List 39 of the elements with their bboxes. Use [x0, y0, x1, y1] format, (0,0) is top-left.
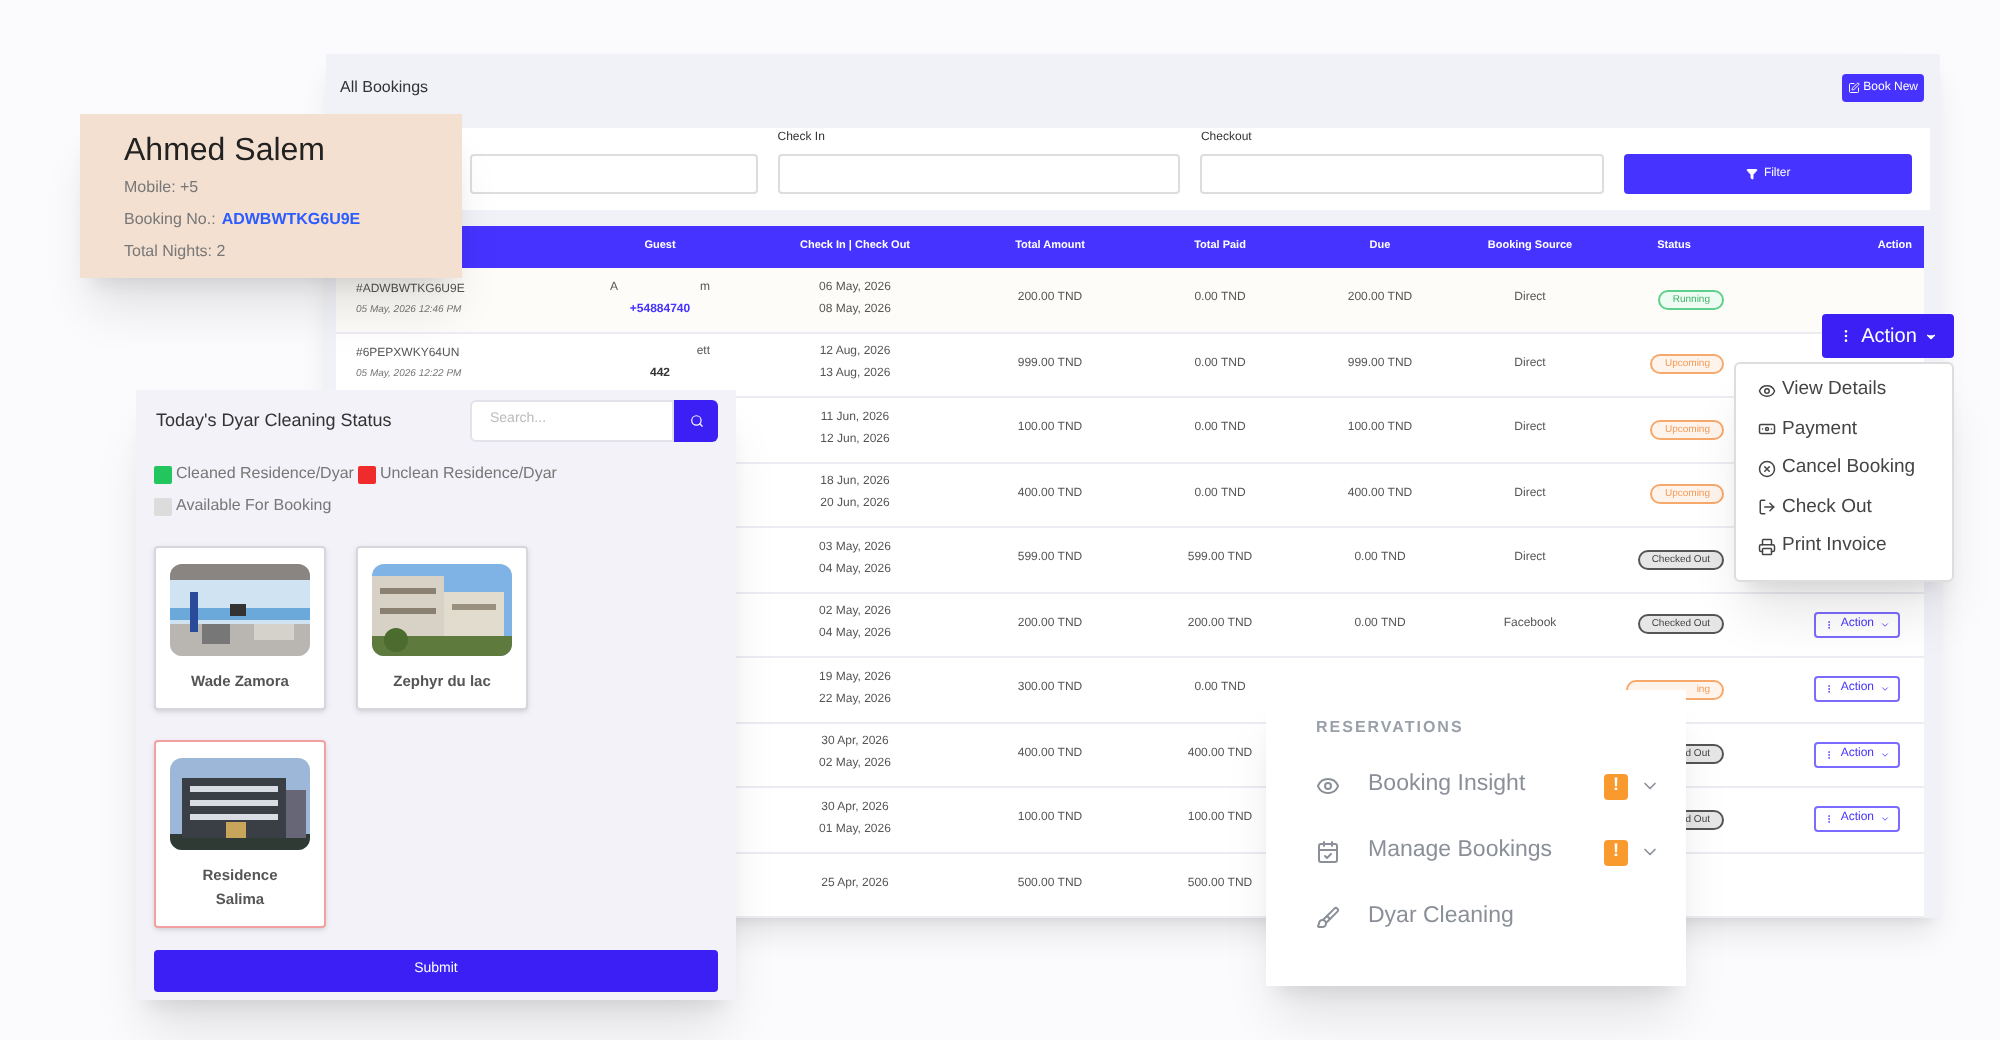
date-field[interactable]	[777, 154, 1181, 194]
guest-mobile: Mobile: +5	[124, 176, 201, 200]
caret-icon	[1880, 619, 1890, 630]
filter-icon	[1745, 168, 1758, 180]
total-nights: Total Nights: 2	[124, 240, 228, 264]
page-title: All Bookings	[340, 76, 429, 100]
date-field[interactable]	[469, 154, 758, 194]
booking-number: ADWBWTKG6U9E	[221, 208, 361, 232]
edit-icon	[1847, 82, 1860, 94]
search-button[interactable]	[674, 400, 718, 442]
menu-item[interactable]: Payment	[1758, 415, 1952, 444]
alert-badge: !	[1604, 773, 1628, 799]
caret-icon	[1924, 329, 1939, 343]
eye-icon	[1316, 774, 1340, 798]
legend-label: Unclean Residence/Dyar	[379, 462, 557, 486]
menu-item[interactable]: Check Out	[1758, 493, 1952, 522]
legend-label: Cleaned Residence/Dyar	[176, 462, 354, 486]
eye-icon	[1758, 381, 1776, 400]
caret-icon	[1880, 684, 1890, 695]
alert-badge: !	[1604, 839, 1628, 865]
date-field[interactable]	[1200, 154, 1605, 194]
menu-item[interactable]: Print Invoice	[1758, 532, 1952, 561]
search-icon	[689, 414, 703, 428]
brush-icon	[1316, 906, 1340, 930]
caret-icon	[1880, 814, 1890, 825]
menu-item[interactable]: Cancel Booking	[1758, 454, 1952, 483]
action-button[interactable]: Action	[1822, 314, 1954, 358]
calendar-icon	[1316, 840, 1340, 864]
panel-title: Today's Dyar Cleaning Status	[154, 407, 392, 434]
cancel-icon	[1758, 459, 1776, 478]
booking-label: Booking No.:	[124, 208, 216, 232]
section-heading: RESERVATIONS	[1316, 716, 1466, 740]
exit-icon	[1758, 498, 1776, 517]
legend-label: Available For Booking	[176, 494, 332, 518]
menu-item[interactable]: View Details	[1758, 376, 1952, 405]
guest-name: Ahmed Salem	[124, 132, 327, 172]
banknote-icon	[1758, 420, 1776, 439]
caret-icon	[1880, 749, 1890, 760]
printer-icon	[1758, 537, 1776, 556]
